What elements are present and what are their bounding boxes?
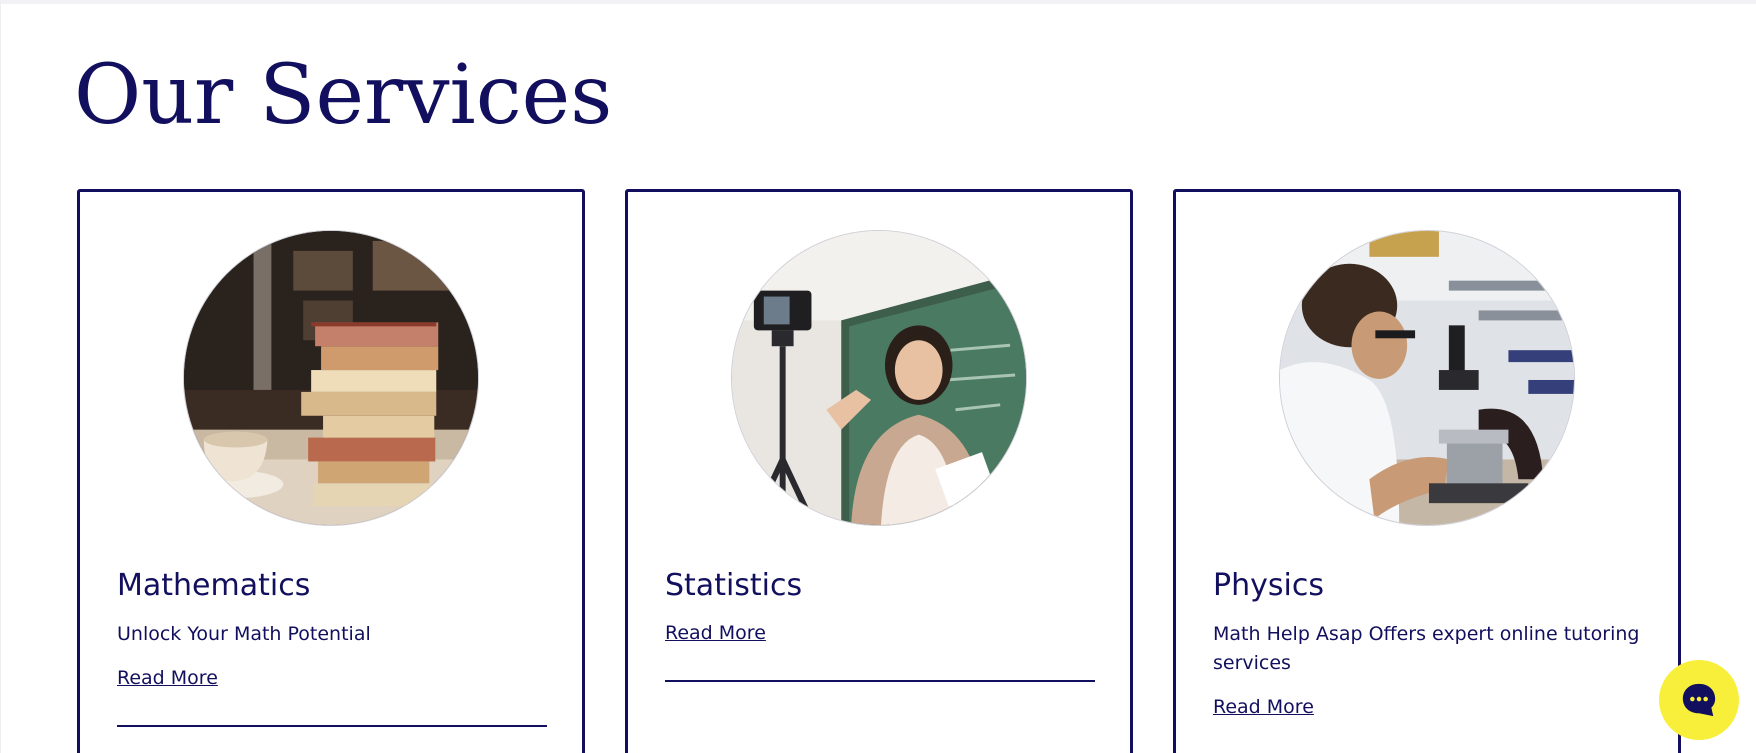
service-card-statistics: Statistics Read More: [625, 189, 1133, 753]
read-more-link[interactable]: Read More: [117, 665, 218, 691]
services-page: Our Services Mathematics Unlock Your Mat…: [0, 0, 1756, 753]
card-title: Statistics: [665, 568, 803, 603]
chat-bubble-icon: [1682, 683, 1716, 717]
card-description: Unlock Your Math Potential: [117, 623, 371, 645]
read-more-link[interactable]: Read More: [665, 620, 766, 646]
page-title: Our Services: [74, 48, 613, 143]
service-card-physics: Physics Math Help Asap Offers expert onl…: [1173, 189, 1681, 753]
card-description: Math Help Asap Offers expert online tuto…: [1213, 623, 1640, 674]
chat-button[interactable]: [1659, 660, 1739, 740]
teacher-with-camera-photo: [731, 230, 1027, 526]
student-with-microscope-photo: [1279, 230, 1575, 526]
card-divider: [117, 725, 547, 727]
card-title: Mathematics: [117, 568, 311, 603]
stack-of-books-photo: [183, 230, 479, 526]
read-more-link[interactable]: Read More: [1213, 694, 1314, 720]
service-card-mathematics: Mathematics Unlock Your Math Potential R…: [77, 189, 585, 753]
card-title: Physics: [1213, 568, 1324, 603]
card-divider: [665, 680, 1095, 682]
